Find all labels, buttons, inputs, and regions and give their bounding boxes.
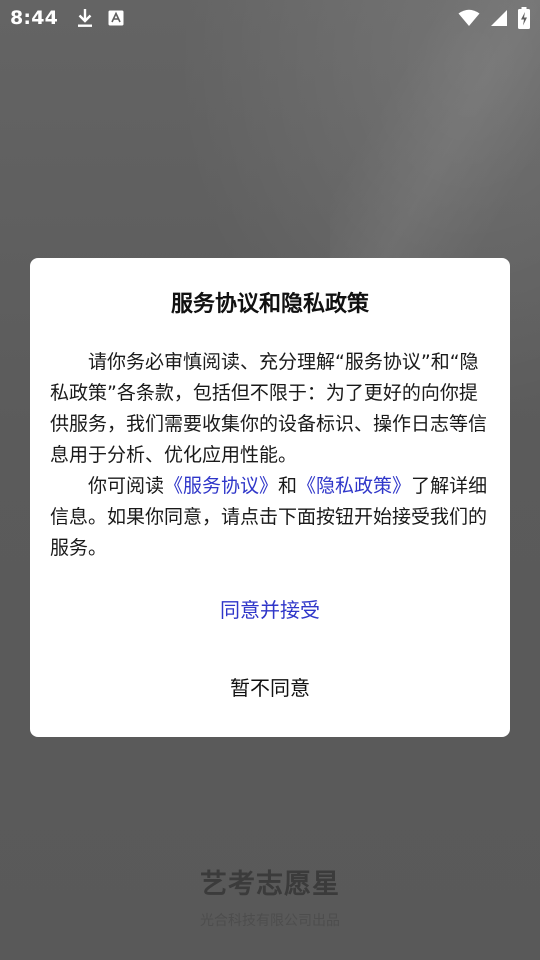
status-left-icons bbox=[76, 8, 124, 28]
font-icon bbox=[108, 10, 124, 26]
background-highlight bbox=[330, 0, 540, 260]
dialog-paragraph-1: 请你务必审慎阅读、充分理解“服务协议”和“隐私政策”各条款，包括但不限于：为了更… bbox=[50, 351, 488, 466]
service-agreement-link[interactable]: 《服务协议》 bbox=[164, 475, 278, 497]
status-right-icons bbox=[458, 7, 530, 29]
dialog-paragraph-2: 你可阅读《服务协议》和《隐私政策》了解详细信息。如果你同意，请点击下面按钮开始接… bbox=[50, 471, 490, 564]
signal-icon bbox=[490, 9, 508, 27]
privacy-dialog: 服务协议和隐私政策 请你务必审慎阅读、充分理解“服务协议”和“隐私政策”各条款，… bbox=[30, 258, 510, 737]
battery-charging-icon bbox=[518, 7, 530, 29]
download-icon bbox=[76, 8, 94, 28]
status-bar: 8:44 bbox=[0, 0, 540, 36]
para2-prefix: 你可阅读 bbox=[88, 475, 165, 497]
dialog-body: 请你务必审慎阅读、充分理解“服务协议”和“隐私政策”各条款，包括但不限于：为了更… bbox=[50, 347, 490, 564]
and-text: 和 bbox=[278, 475, 298, 497]
app-publisher: 光合科技有限公司出品 bbox=[200, 913, 340, 929]
privacy-policy-link[interactable]: 《隐私政策》 bbox=[297, 475, 411, 497]
status-time: 8:44 bbox=[10, 7, 59, 29]
wifi-icon bbox=[458, 9, 480, 27]
decline-button[interactable]: 暂不同意 bbox=[30, 668, 510, 704]
agree-button[interactable]: 同意并接受 bbox=[30, 590, 510, 626]
app-name: 艺考志愿星 bbox=[200, 869, 340, 900]
dialog-title: 服务协议和隐私政策 bbox=[170, 292, 369, 317]
